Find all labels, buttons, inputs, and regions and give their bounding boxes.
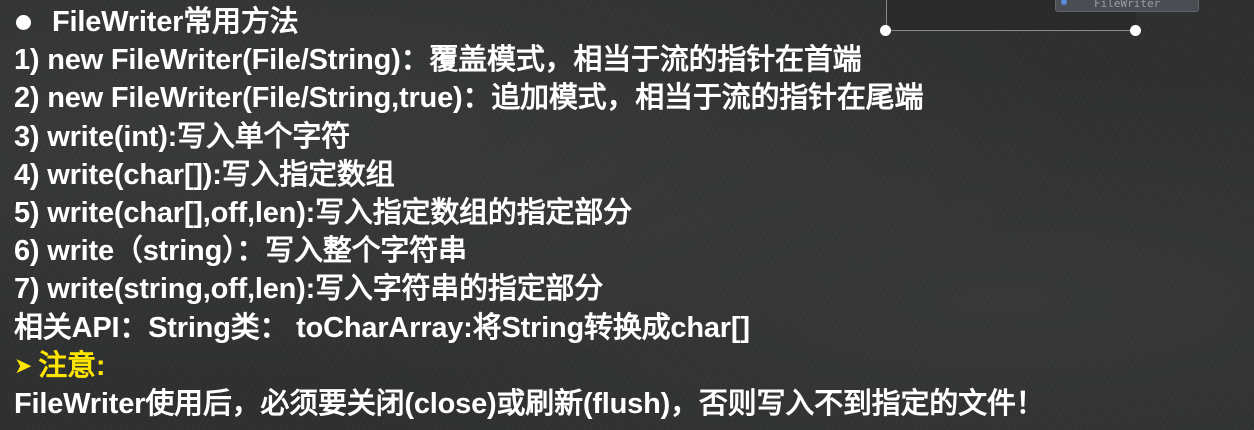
- method-item-6: 6) write（string）：写入整个字符串: [14, 235, 467, 268]
- method-item-4: 4) write(char[]):写入指定数组: [14, 158, 395, 191]
- method-item-5: 5) write(char[],off,len):写入指定数组的指定部分: [14, 196, 632, 229]
- note-label: 注意:: [38, 349, 106, 382]
- method-item-1: 1) new FileWriter(File/String)：覆盖模式，相当于流…: [14, 44, 862, 77]
- arrow-right-icon: ➤: [14, 352, 33, 378]
- slide-title-row: FileWriter常用方法: [14, 3, 1244, 41]
- slide-content: FileWriter常用方法 1) new FileWriter(File/St…: [14, 3, 1244, 423]
- method-item-2: 2) new FileWriter(File/String,true)：追加模式…: [14, 82, 924, 115]
- method-item-7: 7) write(string,off,len):写入字符串的指定部分: [14, 273, 604, 306]
- note-heading: ➤ 注意:: [14, 347, 1244, 385]
- bullet-icon: [16, 14, 31, 30]
- note-text: FileWriter使用后，必须要关闭(close)或刷新(flush)，否则写…: [14, 387, 1045, 420]
- method-item-3: 3) write(int):写入单个字符: [14, 120, 350, 153]
- slide-title: FileWriter常用方法: [52, 6, 299, 38]
- related-api-line: 相关API：String类： toCharArray:将String转换成cha…: [14, 311, 750, 344]
